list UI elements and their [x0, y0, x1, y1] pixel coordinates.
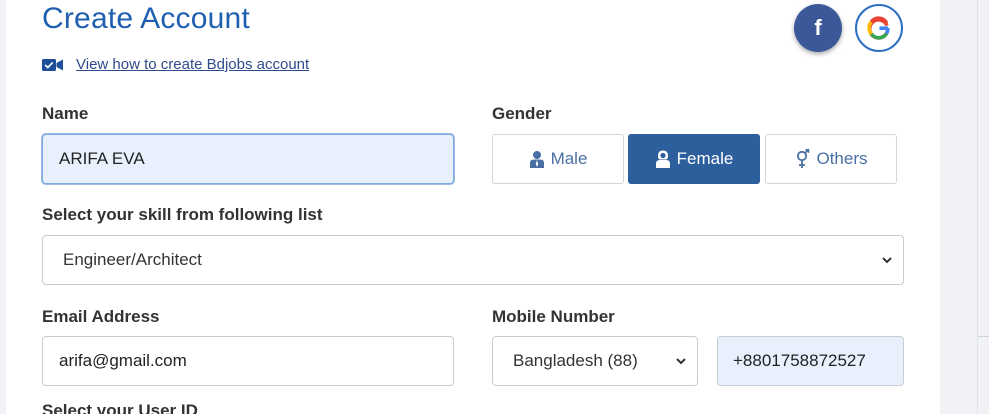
skill-label: Select your skill from following list [42, 205, 323, 224]
female-user-icon [655, 150, 670, 168]
userid-label: Select your User ID [42, 401, 198, 414]
gender-others-label: Others [816, 149, 868, 168]
email-input[interactable]: arifa@gmail.com [42, 336, 454, 386]
gender-symbol-icon [797, 149, 810, 168]
page-border-line [977, 0, 978, 414]
chevron-down-icon [676, 358, 686, 365]
gender-female-label: Female [676, 149, 734, 168]
name-input[interactable]: ARIFA EVA [42, 134, 454, 184]
google-icon [867, 16, 890, 40]
video-camera-icon [42, 58, 63, 71]
email-input-value: arifa@gmail.com [59, 351, 187, 370]
gender-male-label: Male [550, 149, 588, 168]
chevron-down-icon [882, 257, 892, 264]
mobile-number-value: +8801758872527 [733, 351, 866, 370]
google-login-button[interactable] [855, 4, 903, 52]
skill-select[interactable]: Engineer/Architect [42, 235, 904, 285]
gender-male-button[interactable]: Male [492, 134, 624, 184]
gender-female-button[interactable]: Female [628, 134, 760, 184]
facebook-icon: f [814, 15, 822, 40]
country-code-value: Bangladesh (88) [513, 351, 638, 370]
name-label: Name [42, 104, 89, 123]
mobile-number-input[interactable]: +8801758872527 [717, 336, 904, 386]
video-help-link[interactable]: View how to create Bdjobs account [42, 56, 309, 73]
gender-label: Gender [492, 104, 552, 123]
page-tick-line [978, 336, 989, 337]
page-title: Create Account [42, 2, 250, 35]
country-code-select[interactable]: Bangladesh (88) [492, 336, 698, 386]
create-account-card: Create Account f View how to create Bdjo… [6, 0, 940, 414]
skill-select-value: Engineer/Architect [63, 250, 202, 269]
facebook-login-button[interactable]: f [794, 4, 842, 52]
name-input-value: ARIFA EVA [59, 149, 145, 168]
gender-others-button[interactable]: Others [765, 134, 897, 184]
male-user-icon [529, 151, 544, 168]
mobile-label: Mobile Number [492, 307, 615, 326]
email-label: Email Address [42, 307, 160, 326]
video-help-link-text[interactable]: View how to create Bdjobs account [76, 56, 309, 73]
